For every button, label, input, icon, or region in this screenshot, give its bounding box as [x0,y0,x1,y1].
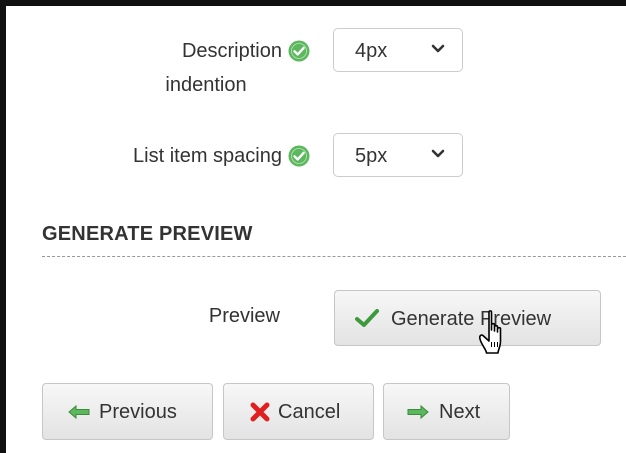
valid-check-icon [288,40,310,62]
window-left-edge [0,0,6,453]
list-item-spacing-select[interactable]: 5px [333,133,463,177]
cancel-label: Cancel [278,401,341,423]
arrow-left-icon [68,404,90,420]
section-divider [42,256,626,257]
description-indention-value: 4px [355,40,388,62]
preview-label: Preview [208,305,280,327]
description-indention-select[interactable]: 4px [333,28,463,72]
chevron-down-icon [431,149,445,158]
valid-check-icon [288,145,310,167]
next-button[interactable]: Next [383,383,510,440]
list-item-spacing-value: 5px [355,145,388,167]
form-page: Description indention 4px List item spac… [0,0,626,453]
generate-preview-label: Generate Preview [391,308,552,330]
chevron-down-icon [431,44,445,53]
generate-preview-button[interactable]: Generate Preview [334,290,601,346]
list-item-spacing-label: List item spacing [133,145,282,167]
description-indention-label-line2: indention [165,74,247,96]
next-label: Next [439,401,481,423]
previous-label: Previous [99,401,177,423]
arrow-right-icon [407,404,429,420]
x-mark-icon [250,402,270,422]
previous-button[interactable]: Previous [42,383,213,440]
description-indention-label-line1: Description [181,40,282,62]
section-title: GENERATE PREVIEW [42,223,253,245]
hand-cursor-icon [478,310,502,354]
checkmark-icon [355,309,379,327]
window-top-edge [0,0,626,6]
cancel-button[interactable]: Cancel [223,383,374,440]
